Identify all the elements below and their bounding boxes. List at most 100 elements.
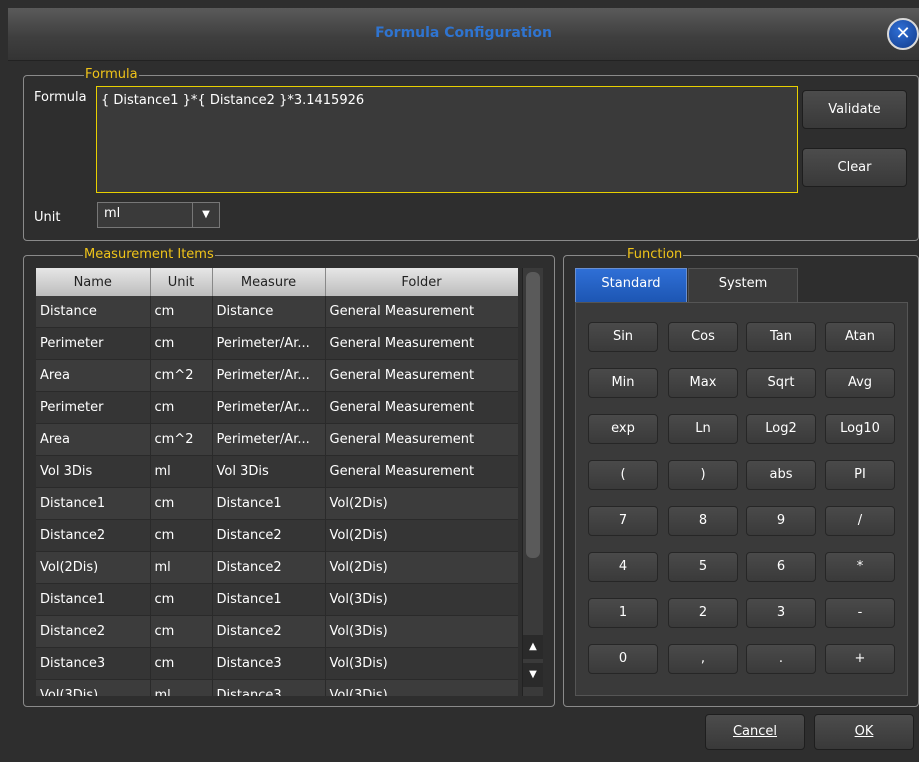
formula-group-legend: Formula [84, 67, 139, 83]
function-key[interactable]: 5 [668, 552, 738, 582]
function-key[interactable]: 8 [668, 506, 738, 536]
function-keypad: Sin Cos Tan Atan Min Max Sqrt Avg exp Ln Log2 Log10… [575, 302, 908, 696]
table-cell: cm^2 [150, 423, 213, 456]
function-key[interactable]: Sin [588, 322, 658, 352]
function-key[interactable]: PI [825, 460, 895, 490]
table-cell: Perimeter/Ar... [212, 359, 326, 392]
table-row[interactable]: Vol 3Dis ml Vol 3Dis General Measurement [36, 455, 518, 488]
function-key[interactable]: Avg [825, 368, 895, 398]
table-cell: Distance2 [212, 551, 326, 584]
table-row[interactable]: Distance2 cm Distance2 Vol(2Dis) [36, 519, 518, 552]
table-cell: ml [150, 679, 213, 696]
function-key[interactable]: 2 [668, 598, 738, 628]
table-cell: Vol 3Dis [212, 455, 326, 488]
function-key[interactable]: 1 [588, 598, 658, 628]
table-row[interactable]: Area cm^2 Perimeter/Ar... General Measureme… [36, 359, 518, 392]
ok-button[interactable]: OK [814, 714, 914, 750]
table-cell: General Measurement [325, 391, 518, 424]
function-key[interactable]: Ln [668, 414, 738, 444]
measurement-table: Name Unit Measure Folder Distance cm Dista… [36, 268, 518, 696]
table-cell: Distance2 [212, 615, 326, 648]
table-header-row: Name Unit Measure Folder [36, 268, 518, 296]
function-key[interactable]: Log10 [825, 414, 895, 444]
validate-button[interactable]: Validate [802, 90, 907, 129]
tab-standard[interactable]: Standard [575, 268, 687, 302]
column-header[interactable]: Name [36, 268, 151, 296]
formula-input[interactable]: { Distance1 }*{ Distance2 }*3.1415926 [96, 86, 798, 193]
table-row[interactable]: Area cm^2 Perimeter/Ar... General Measureme… [36, 423, 518, 456]
table-cell: Distance2 [36, 519, 151, 552]
table-row[interactable]: Distance1 cm Distance1 Vol(2Dis) [36, 487, 518, 520]
table-cell: cm [150, 519, 213, 552]
column-header[interactable]: Measure [212, 268, 326, 296]
table-row[interactable]: Perimeter cm Perimeter/Ar... General Measur… [36, 391, 518, 424]
table-cell: ml [150, 455, 213, 488]
measurement-table-grid: Name Unit Measure Folder Distance cm Dista… [36, 268, 518, 696]
function-key[interactable]: Cos [668, 322, 738, 352]
function-key[interactable]: 6 [746, 552, 816, 582]
function-key[interactable]: Min [588, 368, 658, 398]
table-cell: Distance2 [36, 615, 151, 648]
function-key[interactable]: Tan [746, 322, 816, 352]
table-row[interactable]: Perimeter cm Perimeter/Ar... General Measur… [36, 327, 518, 360]
function-key[interactable]: , [668, 644, 738, 674]
table-row[interactable]: Vol(2Dis) ml Distance2 Vol(2Dis) [36, 551, 518, 584]
function-key[interactable]: + [825, 644, 895, 674]
chevron-down-icon: ▼ [192, 203, 219, 227]
function-key[interactable]: 7 [588, 506, 658, 536]
table-cell: General Measurement [325, 327, 518, 360]
clear-button[interactable]: Clear [802, 148, 907, 187]
table-cell: Distance2 [212, 519, 326, 552]
table-cell: Vol(3Dis) [36, 679, 151, 696]
table-scrollbar[interactable]: ▲ ▼ [522, 268, 543, 696]
function-key[interactable]: Atan [825, 322, 895, 352]
arrow-up-icon[interactable]: ▲ [523, 635, 543, 659]
table-row[interactable]: Distance cm Distance General Measurement [36, 296, 518, 328]
table-cell: General Measurement [325, 423, 518, 456]
table-row[interactable]: Distance1 cm Distance1 Vol(3Dis) [36, 583, 518, 616]
tab-system[interactable]: System [688, 268, 798, 302]
dialog-body: Formula Formula { Distance1 }*{ Distance… [8, 61, 919, 762]
table-cell: cm [150, 615, 213, 648]
table-cell: Distance1 [212, 583, 326, 616]
function-key[interactable]: ) [668, 460, 738, 490]
function-key[interactable]: exp [588, 414, 658, 444]
function-key[interactable]: 3 [746, 598, 816, 628]
cancel-button[interactable]: Cancel [705, 714, 805, 750]
function-key[interactable]: 4 [588, 552, 658, 582]
table-cell: Vol(3Dis) [325, 679, 518, 696]
column-header[interactable]: Unit [150, 268, 213, 296]
function-key[interactable]: 9 [746, 506, 816, 536]
close-button[interactable]: ✕ [887, 18, 919, 50]
function-key[interactable]: Sqrt [746, 368, 816, 398]
title-bar: Formula Configuration ✕ [8, 8, 919, 61]
arrow-down-icon[interactable]: ▼ [523, 663, 543, 687]
function-key[interactable]: - [825, 598, 895, 628]
unit-label: Unit [34, 210, 61, 225]
formula-text: { Distance1 }*{ Distance2 }*3.1415926 [101, 93, 365, 108]
table-cell: Vol 3Dis [36, 455, 151, 488]
table-row[interactable]: Distance3 cm Distance3 Vol(3Dis) [36, 647, 518, 680]
function-key[interactable]: 0 [588, 644, 658, 674]
function-key[interactable]: abs [746, 460, 816, 490]
table-cell: Perimeter/Ar... [212, 391, 326, 424]
function-key[interactable]: / [825, 506, 895, 536]
ok-label: OK [854, 724, 874, 739]
function-key[interactable]: * [825, 552, 895, 582]
function-key[interactable]: ( [588, 460, 658, 490]
table-cell: cm [150, 487, 213, 520]
table-cell: Vol(3Dis) [325, 615, 518, 648]
table-cell: Vol(2Dis) [325, 519, 518, 552]
unit-select[interactable]: ml ▼ [97, 202, 220, 228]
table-row[interactable]: Vol(3Dis) ml Distance3 Vol(3Dis) [36, 679, 518, 696]
cancel-label: Cancel [732, 724, 778, 739]
function-key[interactable]: Max [668, 368, 738, 398]
function-key[interactable]: Log2 [746, 414, 816, 444]
table-row[interactable]: Distance2 cm Distance2 Vol(3Dis) [36, 615, 518, 648]
scroll-thumb[interactable] [526, 272, 540, 558]
function-group: Function Standard System Sin Cos Tan Atan Mi… [563, 247, 919, 707]
table-cell: Distance3 [212, 647, 326, 680]
function-key[interactable]: . [746, 644, 816, 674]
table-cell: General Measurement [325, 455, 518, 488]
column-header[interactable]: Folder [325, 268, 518, 296]
